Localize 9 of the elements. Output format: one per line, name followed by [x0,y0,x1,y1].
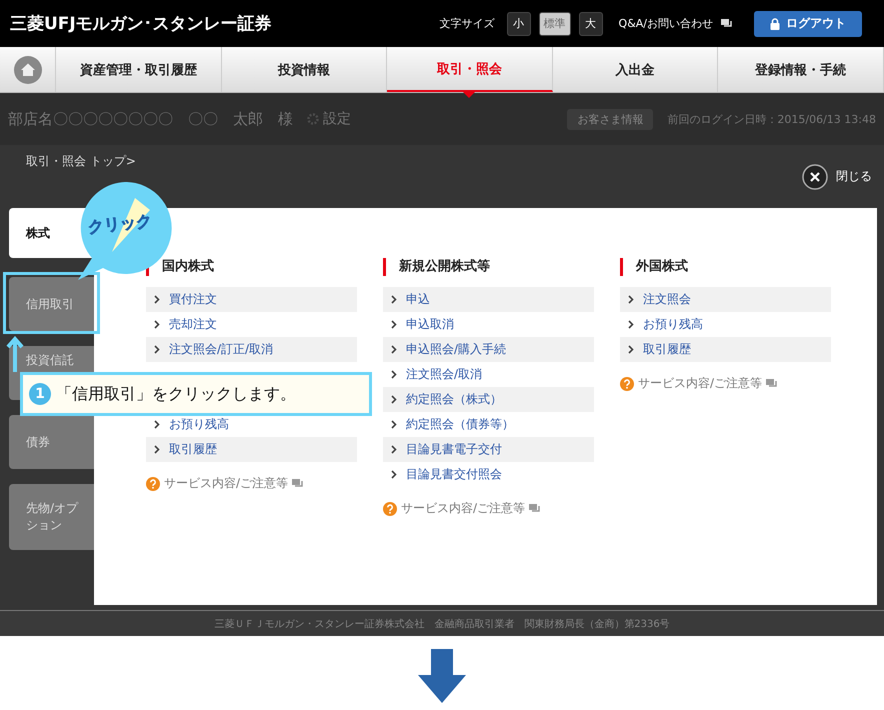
column-heading: 外国株式 [620,258,831,276]
user-name: 部店名〇〇〇〇〇〇〇〇 〇〇 太郎 様 [8,110,293,128]
instruction-text: 「信用取引」をクリックします。 [56,384,296,404]
font-size-label: 文字サイズ [440,16,495,31]
footer-text: 三菱ＵＦＪモルガン・スタンレー証券株式会社 金融商品取引業者 関東財務局長（金商）第2336号 [214,618,670,630]
last-login-text: 前回のログイン日時：2015/06/13 13:48 [667,112,876,126]
step-number: 1 [29,383,51,405]
logo-text: 三菱UFJモルガン･スタンレー証券 [10,13,273,35]
column-heading: 新規公開株式等 [383,258,594,276]
